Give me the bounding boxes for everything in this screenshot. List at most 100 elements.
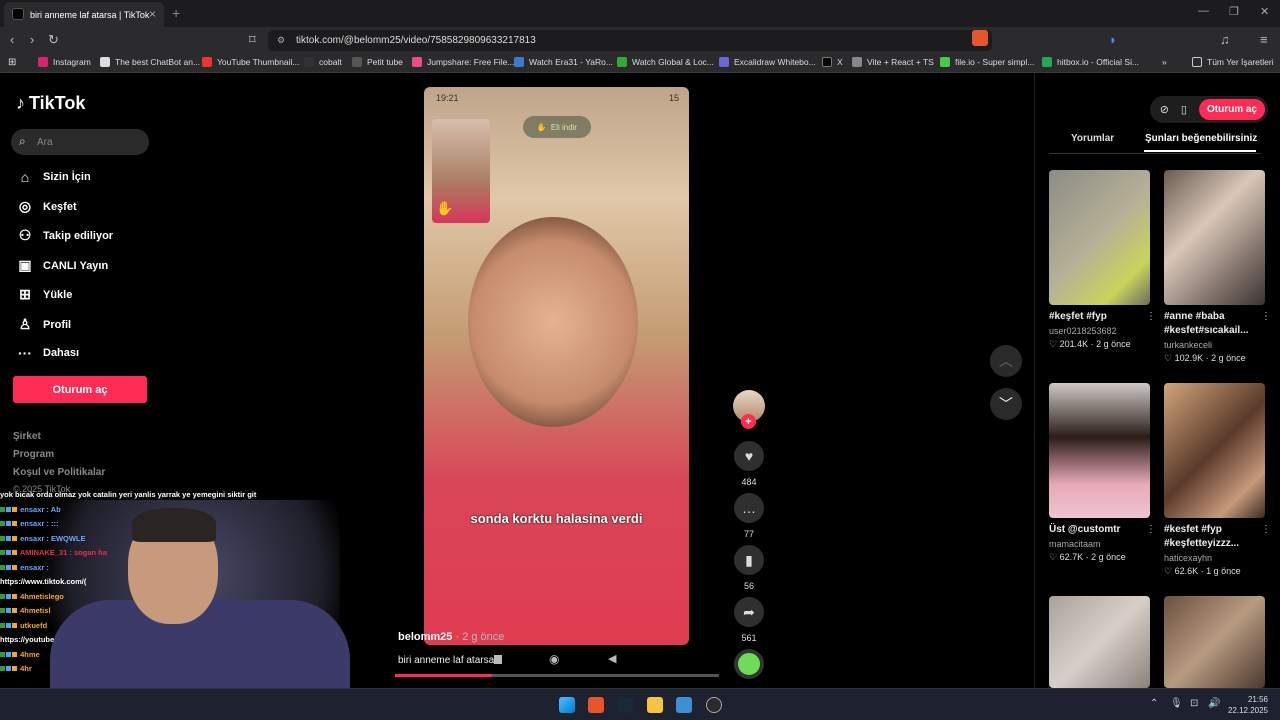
microphone-icon[interactable]: 🎙 xyxy=(1170,698,1183,709)
windows-start-icon[interactable] xyxy=(559,697,575,713)
music-disc-icon[interactable] xyxy=(734,649,764,679)
card-title: #anne #baba #kesfet#sıcakail... xyxy=(1164,311,1249,336)
suggested-video-card[interactable]: #keşfet #fyp user0218253682 ♡ 201.4K · 2… xyxy=(1049,170,1156,350)
brave-shield-icon[interactable] xyxy=(972,30,988,46)
video-author[interactable]: belomm25 · 2 g önce xyxy=(398,631,504,643)
clock-date: 22.12.2025 xyxy=(1227,706,1268,715)
bookmarks-bar: ⊞ Instagram The best ChatBot an... YouTu… xyxy=(0,53,1280,73)
music-icon[interactable]: ♫ xyxy=(1220,32,1230,47)
suggested-video-card[interactable]: #kesfet #fyp #keşfetteyizzz... haticexay… xyxy=(1164,383,1271,577)
remote-desktop-icon[interactable] xyxy=(676,697,692,713)
sidebar-item-profile[interactable]: ♙ Profil xyxy=(16,316,71,333)
system-clock[interactable]: 21:56 22.12.2025 xyxy=(1228,694,1268,716)
footer-link-program[interactable]: Program xyxy=(13,449,54,460)
like-button[interactable]: ♥ 484 xyxy=(734,441,764,487)
menu-icon[interactable]: ≡ xyxy=(1260,32,1268,47)
address-bar[interactable]: ⚙ tiktok.com/@belomm25/video/75858298096… xyxy=(268,30,992,51)
card-meta: ♡ 201.4K · 2 g önce xyxy=(1049,339,1131,349)
browser-tab[interactable]: biri anneme laf atarsa | TikTok × xyxy=(4,2,164,27)
login-button[interactable]: Oturum aç xyxy=(13,376,147,403)
more-options-icon[interactable]: ⋮ xyxy=(1261,524,1271,535)
previous-video-button[interactable]: ︿ xyxy=(990,345,1022,377)
save-button[interactable]: ▮ 56 xyxy=(734,545,764,591)
suggested-video-card[interactable]: Üst @customtr mamacitaam ♡ 62.7K · 2 g ö… xyxy=(1049,383,1156,563)
sidebar-item-live[interactable]: ▣ CANLI Yayın xyxy=(16,257,108,274)
bookmark-item[interactable]: The best ChatBot an... xyxy=(100,57,200,67)
bookmark-item[interactable]: Jumpshare: Free File... xyxy=(412,57,514,67)
card-user: turkankeceli xyxy=(1164,340,1213,350)
obs-icon[interactable] xyxy=(706,697,722,713)
bookmark-item[interactable]: file.io - Super simpl... xyxy=(940,57,1034,67)
suggested-video-card[interactable] xyxy=(1049,596,1150,688)
file-explorer-icon[interactable] xyxy=(647,697,663,713)
chat-message: 4hmetislego xyxy=(0,590,245,605)
maximize-icon[interactable]: ❐ xyxy=(1229,5,1239,18)
phone-status-bar: 19:21 15 xyxy=(424,87,689,109)
card-meta: ♡ 62.6K · 1 g önce xyxy=(1164,566,1241,576)
login-button-top[interactable]: Oturum aç xyxy=(1198,99,1265,120)
coin-icon[interactable]: ⊘ xyxy=(1160,103,1169,116)
network-icon[interactable]: ⊡ xyxy=(1190,698,1198,709)
close-window-icon[interactable]: ✕ xyxy=(1260,5,1269,18)
sidebar-item-explore[interactable]: ◎ Keşfet xyxy=(16,198,77,215)
phone-battery: 15 xyxy=(668,93,679,103)
active-tab-indicator xyxy=(1144,150,1256,152)
video-subject-face xyxy=(468,217,638,427)
extension-icon[interactable]: ◗ xyxy=(1109,32,1117,47)
more-bookmarks-icon[interactable]: » xyxy=(1162,57,1167,67)
next-video-button[interactable]: ﹀ xyxy=(990,388,1022,420)
top-actions: ⊘ ▯ Oturum aç xyxy=(1149,96,1268,123)
steam-icon[interactable] xyxy=(617,697,633,713)
apps-icon[interactable]: ⊞ xyxy=(8,57,16,68)
bookmark-item[interactable]: Petit tube xyxy=(352,57,403,67)
video-progress-bar[interactable] xyxy=(395,674,719,677)
more-options-icon[interactable]: ⋮ xyxy=(1146,311,1156,322)
tab-suggested[interactable]: Şunları beğenebilirsiniz xyxy=(1145,133,1257,144)
bookmark-item[interactable]: Vite + React + TS xyxy=(852,57,934,67)
footer-link-terms[interactable]: Koşul ve Politikalar xyxy=(13,467,105,478)
brave-browser-icon[interactable] xyxy=(588,697,604,713)
bookmark-item[interactable]: X xyxy=(822,57,843,67)
sidebar-item-for-you[interactable]: ⌂ Sizin İçin xyxy=(16,169,91,185)
video-player[interactable]: 19:21 15 ✋ ✋ Eli indir sonda korktu halas… xyxy=(424,87,689,645)
live-icon: ▣ xyxy=(18,257,32,273)
share-button[interactable]: ➦ 561 xyxy=(734,597,764,643)
footer-link-company[interactable]: Şirket xyxy=(13,431,41,442)
bookmark-item[interactable]: Watch Global & Loc... xyxy=(617,57,714,67)
url-text: tiktok.com/@belomm25/video/7585829809633… xyxy=(296,35,536,46)
search-input[interactable]: ⌕ Ara xyxy=(11,129,149,155)
bookmark-item[interactable]: Excalidraw Whitebo... xyxy=(719,57,816,67)
minimize-icon[interactable]: — xyxy=(1198,5,1209,17)
sidebar-item-following[interactable]: ⚇ Takip ediliyor xyxy=(16,227,113,244)
back-icon[interactable]: ‹ xyxy=(10,32,14,47)
sidebar-item-upload[interactable]: ⊞ Yükle xyxy=(16,286,72,303)
more-options-icon[interactable]: ⋮ xyxy=(1261,311,1271,322)
tab-comments[interactable]: Yorumlar xyxy=(1071,133,1114,144)
bookmark-folder[interactable]: Tüm Yer İşaretleri xyxy=(1192,57,1274,67)
share-count: 561 xyxy=(741,633,757,643)
device-icon[interactable]: ▯ xyxy=(1181,103,1187,116)
bookmark-item[interactable]: hitbox.io - Official Si... xyxy=(1042,57,1139,67)
follow-button[interactable]: + xyxy=(741,414,756,429)
bookmark-icon[interactable]: ⌑ xyxy=(249,32,256,48)
new-tab-button[interactable]: + xyxy=(172,5,180,21)
reload-icon[interactable]: ↻ xyxy=(48,32,59,48)
bookmark-item[interactable]: cobalt xyxy=(304,57,342,67)
site-info-icon[interactable]: ⚙ xyxy=(277,35,285,46)
share-icon: ➦ xyxy=(734,597,764,627)
bookmark-item[interactable]: YouTube Thumbnail... xyxy=(202,57,299,67)
comment-button[interactable]: … 77 xyxy=(734,493,764,539)
suggested-video-card[interactable] xyxy=(1164,596,1265,688)
more-options-icon[interactable]: ⋮ xyxy=(1146,524,1156,535)
close-tab-icon[interactable]: × xyxy=(149,7,156,21)
chat-message: ensaxr : Ab xyxy=(0,503,245,518)
forward-icon[interactable]: › xyxy=(30,32,34,47)
sidebar-item-more[interactable]: ··· Dahası xyxy=(16,345,79,361)
tray-chevron-icon[interactable]: ⌃ xyxy=(1150,698,1158,709)
video-thumbnail xyxy=(1164,383,1265,518)
suggested-video-card[interactable]: #anne #baba #kesfet#sıcakail... turkanke… xyxy=(1164,170,1271,364)
tiktok-logo[interactable]: ♪ TikTok xyxy=(16,93,85,114)
volume-icon[interactable]: 🔊 xyxy=(1208,698,1220,709)
bookmark-item[interactable]: Watch Era31 - YaRo... xyxy=(514,57,613,67)
bookmark-item[interactable]: Instagram xyxy=(38,57,91,67)
